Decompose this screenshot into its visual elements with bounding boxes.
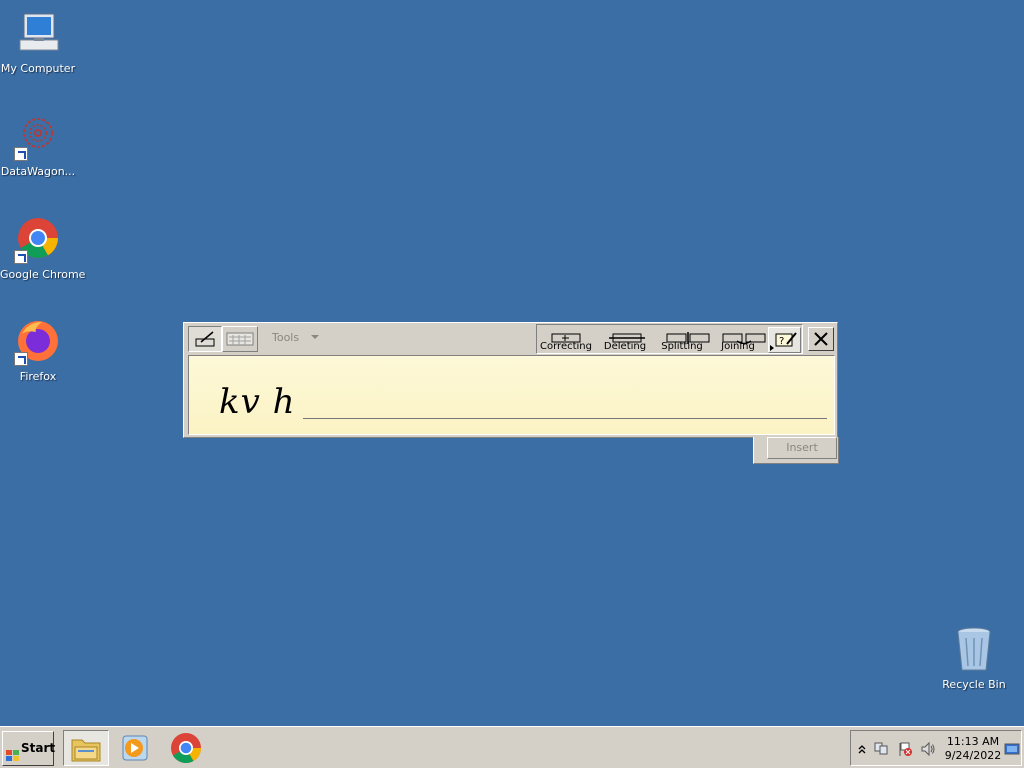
system-tray: 11:13 AM 9/24/2022: [850, 730, 1022, 766]
action-center-alert-icon[interactable]: [897, 741, 913, 757]
show-hidden-icons-icon[interactable]: [854, 741, 870, 757]
windows-logo-icon: [6, 743, 19, 761]
touch-keyboard-button[interactable]: [222, 326, 258, 352]
gesture-correcting[interactable]: Correcting: [538, 327, 594, 353]
gesture-splitting[interactable]: Splitting: [654, 327, 710, 353]
handwriting-area[interactable]: kv h: [188, 355, 835, 435]
desktop-icon-recycle-bin[interactable]: Recycle Bin: [936, 626, 1012, 691]
clock-time: 11:13 AM: [946, 735, 1000, 748]
taskbar: Start 11:13 AM 9/24/2022: [0, 726, 1024, 768]
splitting-icon: [665, 329, 710, 344]
desktop-icon-label: Google Chrome: [0, 268, 86, 281]
writing-pad-icon: [195, 331, 215, 347]
computer-icon: [14, 10, 62, 58]
writing-pad-button[interactable]: [188, 326, 222, 352]
close-button[interactable]: [808, 327, 834, 351]
correcting-icon: [549, 329, 583, 343]
datawagon-icon: [14, 113, 62, 161]
chrome-icon: [14, 216, 62, 264]
taskbar-media-player-button[interactable]: [113, 730, 159, 766]
start-button[interactable]: Start: [2, 731, 56, 766]
desktop-icon-my-computer[interactable]: My Computer: [0, 10, 76, 75]
joining-icon: [721, 329, 766, 345]
taskbar-explorer-button[interactable]: [63, 730, 109, 766]
gesture-help-button[interactable]: ?: [768, 327, 801, 353]
recycle-bin-icon: [950, 626, 998, 674]
shortcut-arrow-icon: [14, 352, 28, 366]
writing-baseline: [303, 418, 827, 419]
handwriting-ink: kv h: [219, 382, 296, 422]
desktop-icon-google-chrome[interactable]: Google Chrome: [0, 216, 86, 281]
start-label: Start: [21, 741, 56, 755]
chrome-icon: [171, 733, 201, 764]
desktop-icon-label: Firefox: [19, 370, 57, 383]
close-icon: [814, 332, 828, 346]
input-panel: Tools Correcting Deleting Splitting Join…: [183, 322, 838, 438]
gesture-deleting[interactable]: Deleting: [597, 327, 653, 353]
tools-menu[interactable]: Tools: [272, 331, 299, 344]
volume-icon[interactable]: [920, 741, 936, 757]
help-pen-icon: ?: [770, 332, 797, 351]
clock[interactable]: 11:13 AM 9/24/2022: [943, 735, 1003, 763]
insert-button[interactable]: Insert: [767, 437, 837, 459]
network-icon[interactable]: [873, 741, 889, 757]
desktop-icon-datawagon[interactable]: DataWagon...: [0, 113, 76, 178]
folder-icon: [71, 739, 101, 762]
deleting-icon: [608, 329, 645, 343]
shortcut-arrow-icon: [14, 250, 28, 264]
chevron-down-icon: [311, 335, 319, 339]
show-desktop-icon[interactable]: [1004, 741, 1020, 757]
media-player-icon: [122, 735, 148, 761]
desktop-icon-firefox[interactable]: Firefox: [0, 318, 76, 383]
svg-text:?: ?: [779, 336, 784, 347]
desktop-icon-label: My Computer: [0, 62, 76, 75]
clock-date: 9/24/2022: [944, 749, 1002, 762]
gesture-help-group: Correcting Deleting Splitting Joining ?: [536, 324, 803, 354]
input-panel-footer: Insert: [753, 437, 839, 464]
desktop-icon-label: Recycle Bin: [942, 678, 1006, 691]
gesture-joining[interactable]: Joining: [710, 327, 766, 353]
desktop-icon-label: DataWagon...: [0, 165, 76, 178]
taskbar-chrome-button[interactable]: [163, 730, 209, 766]
shortcut-arrow-icon: [14, 147, 28, 161]
keyboard-icon: [226, 332, 254, 346]
firefox-icon: [14, 318, 62, 366]
